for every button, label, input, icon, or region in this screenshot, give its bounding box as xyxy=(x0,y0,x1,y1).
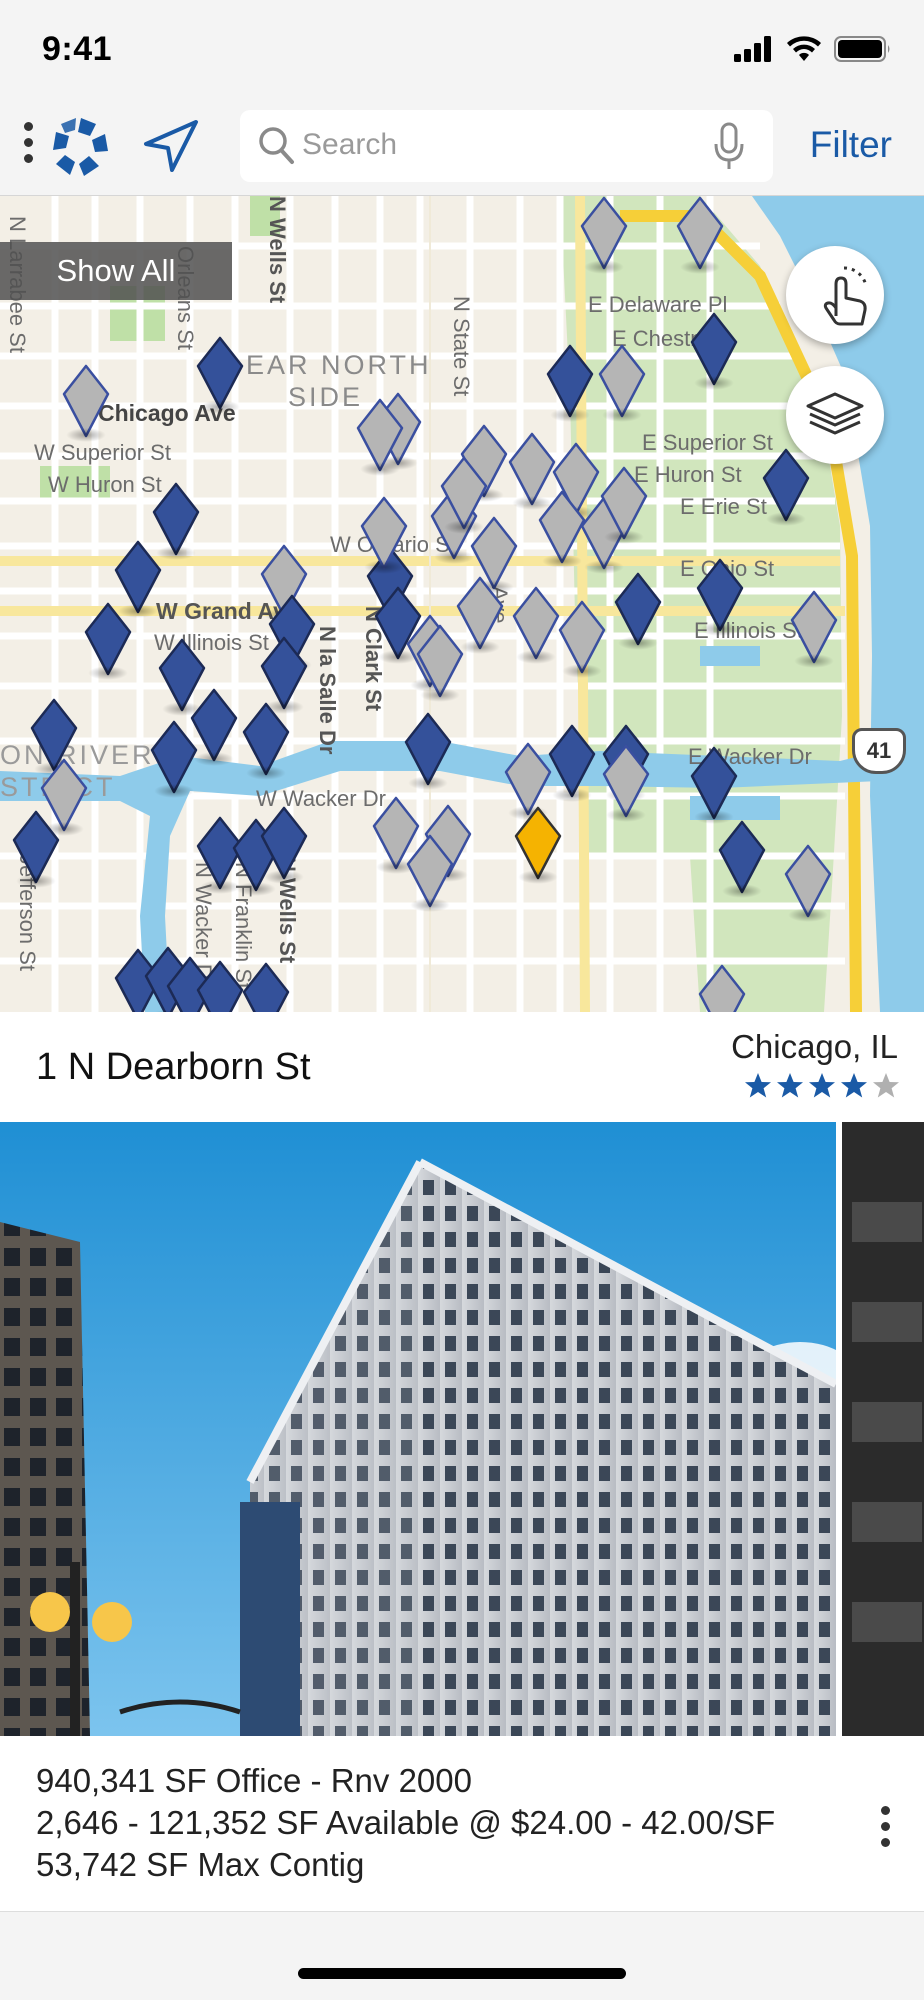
property-address[interactable]: 1 N Dearborn St xyxy=(36,1046,311,1089)
status-time: 9:41 xyxy=(42,30,113,68)
search-placeholder: Search xyxy=(302,128,398,161)
next-building-photo-image xyxy=(842,1122,924,1736)
street-label: N Wells St xyxy=(265,196,290,304)
street-label: N State St xyxy=(449,296,474,397)
street-label: W Huron St xyxy=(48,472,162,497)
property-pin[interactable] xyxy=(790,590,838,668)
property-pin[interactable] xyxy=(546,344,594,422)
map-layers-button[interactable] xyxy=(786,366,884,464)
street-label: E Erie St xyxy=(680,494,767,519)
star-filled-icon xyxy=(745,1073,771,1098)
layers-icon xyxy=(806,392,864,435)
property-pin[interactable] xyxy=(512,586,560,664)
property-pin[interactable] xyxy=(600,466,648,544)
property-pin[interactable] xyxy=(548,724,596,802)
property-pin[interactable] xyxy=(558,600,606,678)
next-photo[interactable] xyxy=(842,1122,924,1736)
property-pin[interactable] xyxy=(784,844,832,922)
street-label: E Huron St xyxy=(634,462,742,487)
show-all-button[interactable]: Show All xyxy=(0,242,232,300)
location-arrow-icon[interactable] xyxy=(140,118,202,176)
property-header[interactable]: 1 N Dearborn St Chicago, IL xyxy=(0,1012,924,1122)
selected-property-pin[interactable] xyxy=(514,806,562,884)
status-icons xyxy=(734,36,892,62)
wifi-icon xyxy=(787,36,821,61)
street-label: E Superior St xyxy=(642,430,773,455)
star-filled-icon xyxy=(777,1073,803,1098)
property-pin[interactable] xyxy=(698,964,746,1012)
property-pin[interactable] xyxy=(580,196,628,274)
property-pin[interactable] xyxy=(696,558,744,636)
app-logo-icon[interactable] xyxy=(48,114,114,180)
property-pin[interactable] xyxy=(406,834,454,912)
property-pin[interactable] xyxy=(602,744,650,822)
property-pin[interactable] xyxy=(242,702,290,780)
property-pin[interactable] xyxy=(538,490,586,568)
neighborhood-label: EAR NORTH xyxy=(246,350,432,380)
star-empty-icon xyxy=(873,1073,899,1098)
property-pin[interactable] xyxy=(260,636,308,714)
property-pin[interactable] xyxy=(260,806,308,884)
property-details[interactable]: 940,341 SF Office - Rnv 2000 2,646 - 121… xyxy=(0,1736,924,1912)
cellular-signal-icon xyxy=(734,36,771,62)
search-icon xyxy=(259,127,294,164)
property-pin[interactable] xyxy=(690,312,738,390)
street-label: N la Salle Dr xyxy=(315,626,340,755)
property-pin[interactable] xyxy=(440,456,488,534)
availability-line: 2,646 - 121,352 SF Available @ $24.00 - … xyxy=(36,1804,776,1841)
menu-icon[interactable] xyxy=(20,122,36,170)
highway-shield: 41 xyxy=(852,728,906,774)
property-pin[interactable] xyxy=(12,810,60,888)
property-city: Chicago, IL xyxy=(731,1028,898,1065)
property-pin[interactable] xyxy=(360,496,408,574)
toolbar: Search Filter xyxy=(0,100,924,196)
property-pin[interactable] xyxy=(690,746,738,824)
street-label: W Superior St xyxy=(34,440,171,465)
property-pin[interactable] xyxy=(196,960,244,1012)
property-photo[interactable] xyxy=(0,1122,836,1736)
property-pin[interactable] xyxy=(614,572,662,650)
photo-carousel[interactable] xyxy=(0,1122,924,1736)
home-indicator[interactable] xyxy=(298,1968,626,1979)
draw-area-button[interactable] xyxy=(786,246,884,344)
property-size-line: 940,341 SF Office - Rnv 2000 xyxy=(36,1762,472,1799)
property-pin[interactable] xyxy=(404,712,452,790)
status-bar: 9:41 xyxy=(0,0,924,100)
property-pin[interactable] xyxy=(62,364,110,442)
max-contig-line: 53,742 SF Max Contig xyxy=(36,1846,365,1883)
property-pin[interactable] xyxy=(676,196,724,274)
more-options-icon[interactable] xyxy=(878,1806,892,1856)
property-pin[interactable] xyxy=(356,398,404,476)
filter-button[interactable]: Filter xyxy=(810,124,892,166)
hand-pointer-icon xyxy=(823,266,868,326)
map-view[interactable]: N Larrabee St N Wells St Orleans St N St… xyxy=(0,196,924,1012)
battery-icon xyxy=(834,36,890,62)
property-pin[interactable] xyxy=(150,720,198,798)
property-pin[interactable] xyxy=(456,576,504,654)
rating-stars xyxy=(744,1072,900,1100)
building-photo-image xyxy=(0,1122,836,1736)
search-input[interactable]: Search xyxy=(240,110,773,182)
property-pin[interactable] xyxy=(598,344,646,422)
property-pin[interactable] xyxy=(718,820,766,898)
property-pin[interactable] xyxy=(84,602,132,680)
star-filled-icon xyxy=(809,1073,835,1098)
star-filled-icon xyxy=(841,1073,867,1098)
property-pin[interactable] xyxy=(242,962,290,1012)
property-pin[interactable] xyxy=(196,336,244,414)
neighborhood-label: SIDE xyxy=(288,382,364,412)
microphone-icon[interactable] xyxy=(713,122,745,172)
